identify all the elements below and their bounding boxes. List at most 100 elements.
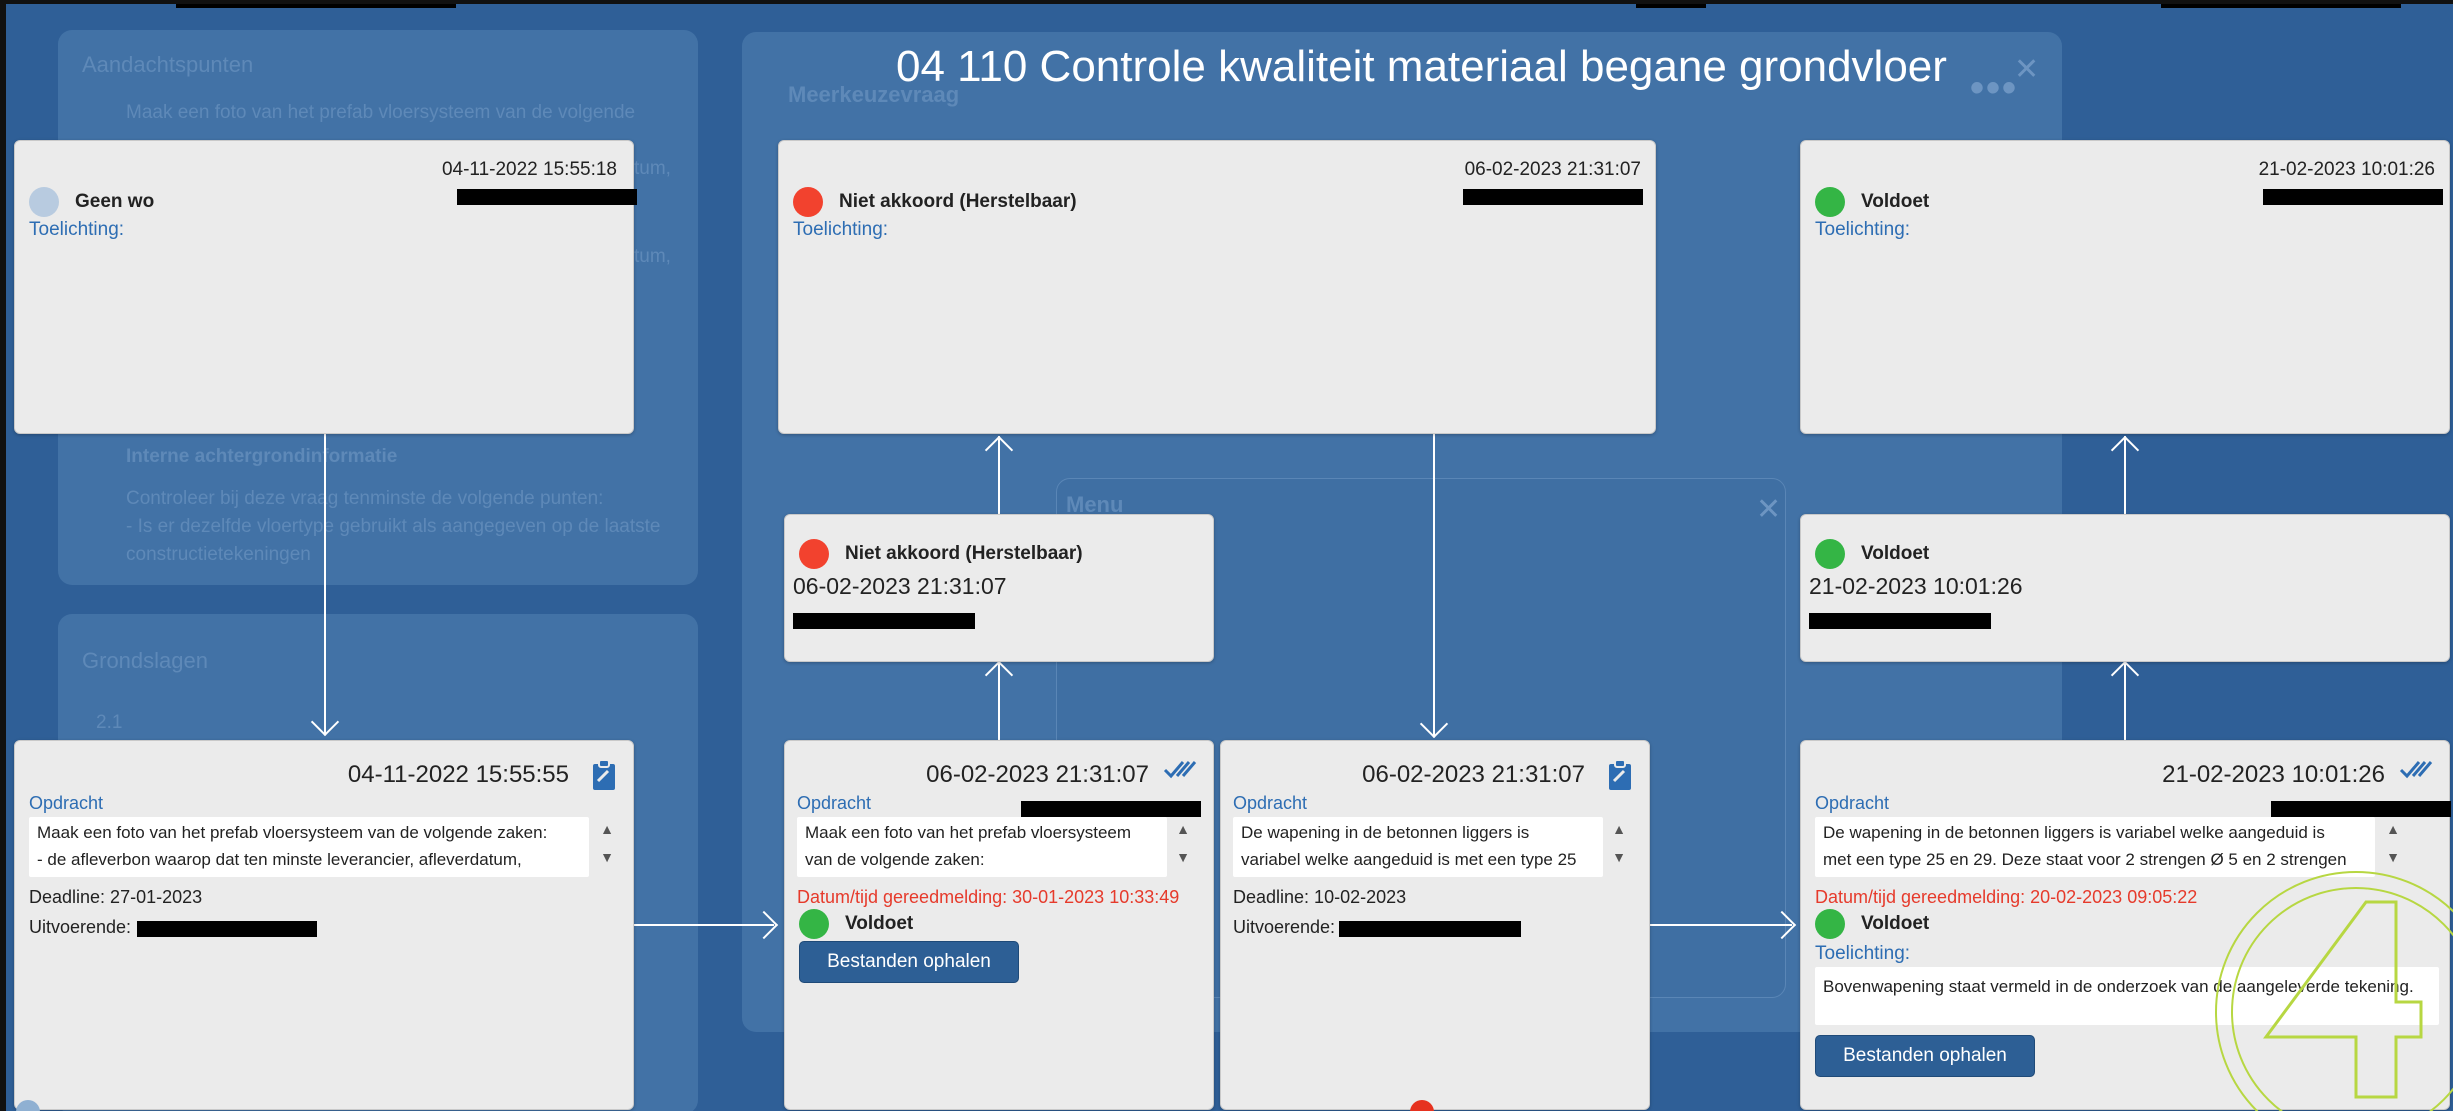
redacted-name bbox=[1463, 189, 1643, 205]
redacted-text bbox=[2161, 4, 2401, 8]
toelichting-label: Toelichting: bbox=[29, 219, 125, 240]
status-label: Voldoet bbox=[1815, 909, 1929, 939]
opdracht-text[interactable]: De wapening in de betonnen liggers is va… bbox=[1233, 817, 1603, 877]
timestamp: 06-02-2023 21:31:07 bbox=[1362, 761, 1585, 788]
scroll-up-icon[interactable]: ▲ bbox=[1169, 821, 1197, 837]
task-card-1[interactable]: 04-11-2022 15:55:55 Opdracht Maak een fo… bbox=[14, 740, 634, 1110]
redacted-name bbox=[2263, 189, 2443, 205]
task-card-2[interactable]: 06-02-2023 21:31:07 Opdracht Maak een fo… bbox=[784, 740, 1214, 1110]
timestamp: 06-02-2023 21:31:07 bbox=[1464, 159, 1641, 180]
toelichting-label: Toelichting: bbox=[1815, 219, 1911, 240]
status-card-voldoet[interactable]: 21-02-2023 10:01:26 Voldoet Toelichting: bbox=[1800, 140, 2450, 434]
scroll-down-icon[interactable]: ▼ bbox=[1169, 849, 1197, 865]
status-text: Geen wo bbox=[75, 191, 155, 212]
opdracht-label: Opdracht bbox=[1233, 793, 1308, 813]
timestamp: 04-11-2022 15:55:18 bbox=[441, 159, 617, 180]
status-card-geen-wo[interactable]: 04-11-2022 15:55:18 Geen wo Toelichting: bbox=[14, 140, 637, 434]
redacted-name bbox=[137, 921, 317, 937]
status-dot-icon bbox=[799, 539, 829, 569]
double-check-icon bbox=[2399, 761, 2433, 779]
bg-interne-text2: - Is er dezelfde vloertype gebruikt als … bbox=[126, 516, 661, 537]
arrow-up-icon bbox=[2110, 660, 2140, 690]
redacted-text bbox=[176, 4, 456, 8]
bg-interne-text3: constructietekeningen bbox=[126, 544, 311, 565]
status-label: Voldoet bbox=[1815, 539, 1929, 569]
status-label: Niet akkoord (Herstelbaar) bbox=[793, 187, 1077, 217]
status-label: Voldoet bbox=[1815, 187, 1929, 217]
gereedmelding: Datum/tijd gereedmelding: 30-01-2023 10:… bbox=[797, 887, 1180, 907]
bestanden-ophalen-button[interactable]: Bestanden ophalen bbox=[799, 941, 1019, 983]
opdracht-label: Opdracht bbox=[1815, 793, 1890, 813]
bg-fragment: tum, bbox=[634, 246, 671, 267]
scroll-up-icon[interactable]: ▲ bbox=[2379, 821, 2407, 837]
scroll-down-icon[interactable]: ▼ bbox=[593, 849, 621, 865]
redacted-text bbox=[1636, 4, 1706, 8]
status-dot-icon bbox=[29, 187, 59, 217]
scroll-down-icon[interactable]: ▼ bbox=[1605, 849, 1633, 865]
redacted-name bbox=[1809, 613, 1991, 629]
opdracht-line: Maak een foto van het prefab vloersystee… bbox=[805, 823, 1132, 842]
bg-grondslagen-item: 2.1 bbox=[96, 712, 123, 733]
opdracht-line: Maak een foto van het prefab vloersystee… bbox=[37, 823, 548, 842]
bg-menu-close-icon: ✕ bbox=[1756, 493, 1782, 526]
app-frame: Aandachtspunten Maak een foto van het pr… bbox=[0, 0, 2453, 1111]
bg-aandachtspunten-title: Aandachtspunten bbox=[82, 52, 254, 77]
opdracht-line: De wapening in de betonnen liggers is va… bbox=[1823, 823, 2325, 842]
uitvoerende-label: Uitvoerende: bbox=[1233, 917, 1336, 937]
timestamp: 06-02-2023 21:31:07 bbox=[926, 761, 1149, 788]
status-summary-niet-akkoord[interactable]: Niet akkoord (Herstelbaar) 06-02-2023 21… bbox=[784, 514, 1214, 662]
timestamp: 04-11-2022 15:55:55 bbox=[347, 761, 569, 788]
status-label: Geen wo bbox=[29, 187, 154, 217]
status-text: Voldoet bbox=[1861, 913, 1930, 934]
status-text: Niet akkoord (Herstelbaar) bbox=[839, 191, 1077, 212]
status-card-niet-akkoord[interactable]: 06-02-2023 21:31:07 Niet akkoord (Herste… bbox=[778, 140, 1656, 434]
opdracht-text[interactable]: Maak een foto van het prefab vloersystee… bbox=[797, 817, 1167, 877]
timestamp: 21-02-2023 10:01:26 bbox=[2162, 761, 2385, 788]
timestamp: 21-02-2023 10:01:26 bbox=[1809, 573, 2023, 599]
gereedmelding: Datum/tijd gereedmelding: 20-02-2023 09:… bbox=[1815, 887, 2198, 907]
status-dot-icon bbox=[1815, 909, 1845, 939]
bg-grondslagen-title: Grondslagen bbox=[82, 648, 208, 673]
task-card-3[interactable]: 06-02-2023 21:31:07 Opdracht De wapening… bbox=[1220, 740, 1650, 1110]
clipboard-icon[interactable] bbox=[1607, 759, 1633, 791]
bestanden-ophalen-button[interactable]: Bestanden ophalen bbox=[1815, 1035, 2035, 1077]
status-dot-icon bbox=[1815, 539, 1845, 569]
bg-interne-text: Controleer bij deze vraag tenminste de v… bbox=[126, 488, 604, 509]
toelichting-label: Toelichting: bbox=[1815, 943, 1911, 964]
scroll-up-icon[interactable]: ▲ bbox=[1605, 821, 1633, 837]
opdracht-text[interactable]: Maak een foto van het prefab vloersystee… bbox=[29, 817, 589, 877]
connector bbox=[1433, 432, 1435, 736]
double-check-icon bbox=[1163, 761, 1197, 779]
redacted-name bbox=[2271, 801, 2451, 817]
connector bbox=[324, 432, 326, 734]
uitvoerende-label: Uitvoerende: bbox=[29, 917, 132, 937]
bg-aandachtspunten-text: Maak een foto van het prefab vloersystee… bbox=[126, 102, 636, 123]
redacted-name bbox=[1021, 801, 1201, 817]
status-dot-icon bbox=[793, 187, 823, 217]
opdracht-line: van de volgende zaken: bbox=[805, 850, 985, 869]
opdracht-label: Opdracht bbox=[29, 793, 104, 813]
logo-watermark-icon bbox=[2215, 871, 2453, 1111]
bg-interne-title: Interne achtergrondinformatie bbox=[126, 446, 398, 467]
status-label: Niet akkoord (Herstelbaar) bbox=[799, 539, 1083, 569]
scroll-up-icon[interactable]: ▲ bbox=[593, 821, 621, 837]
status-summary-voldoet[interactable]: Voldoet 21-02-2023 10:01:26 bbox=[1800, 514, 2450, 662]
timestamp: 21-02-2023 10:01:26 bbox=[2258, 159, 2435, 180]
status-text: Voldoet bbox=[1861, 191, 1930, 212]
opdracht-line: - de afleverbon waarop dat ten minste le… bbox=[37, 850, 522, 869]
bg-fragment: tum, bbox=[634, 158, 671, 179]
status-label: Voldoet bbox=[799, 909, 913, 939]
page-title: 04 110 Controle kwaliteit materiaal bega… bbox=[896, 42, 1947, 91]
status-text: Voldoet bbox=[845, 913, 914, 934]
clipboard-icon[interactable] bbox=[591, 759, 617, 791]
redacted-name bbox=[793, 613, 975, 629]
status-text: Voldoet bbox=[1861, 543, 1930, 564]
timestamp: 06-02-2023 21:31:07 bbox=[793, 573, 1007, 599]
deadline: Deadline: 10-02-2023 bbox=[1233, 887, 1407, 907]
deadline: Deadline: 27-01-2023 bbox=[29, 887, 203, 907]
status-dot-icon bbox=[799, 909, 829, 939]
redacted-name bbox=[457, 189, 637, 205]
opdracht-line: De wapening in de betonnen liggers is bbox=[1241, 823, 1530, 842]
opdracht-line: variabel welke aangeduid is met een type… bbox=[1241, 850, 1577, 869]
redacted-name bbox=[1339, 921, 1521, 937]
